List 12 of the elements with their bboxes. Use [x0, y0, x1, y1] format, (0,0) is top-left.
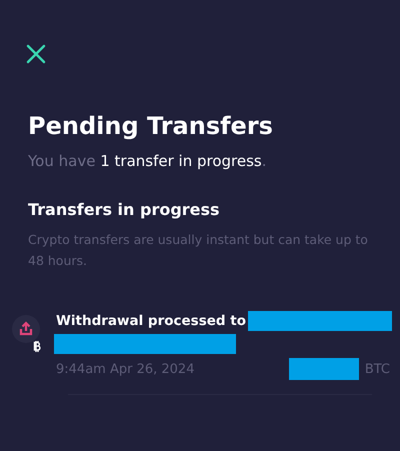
close-button[interactable]	[26, 44, 46, 64]
transfer-title: Withdrawal processed to	[56, 313, 246, 329]
currency-code: BTC	[364, 362, 390, 376]
section-heading: Transfers in progress	[28, 200, 221, 219]
summary-text: You have 1 transfer in progress.	[28, 152, 268, 170]
upload-icon	[12, 315, 40, 343]
transfer-time: 9:44am Apr 26, 2024	[56, 362, 194, 376]
bitcoin-icon	[33, 341, 41, 352]
close-icon	[26, 44, 46, 64]
page-title: Pending Transfers	[28, 111, 274, 142]
redaction-block	[288, 358, 359, 380]
section-description: Crypto transfers are usually instant but can take up to 48 hours.	[28, 231, 369, 270]
